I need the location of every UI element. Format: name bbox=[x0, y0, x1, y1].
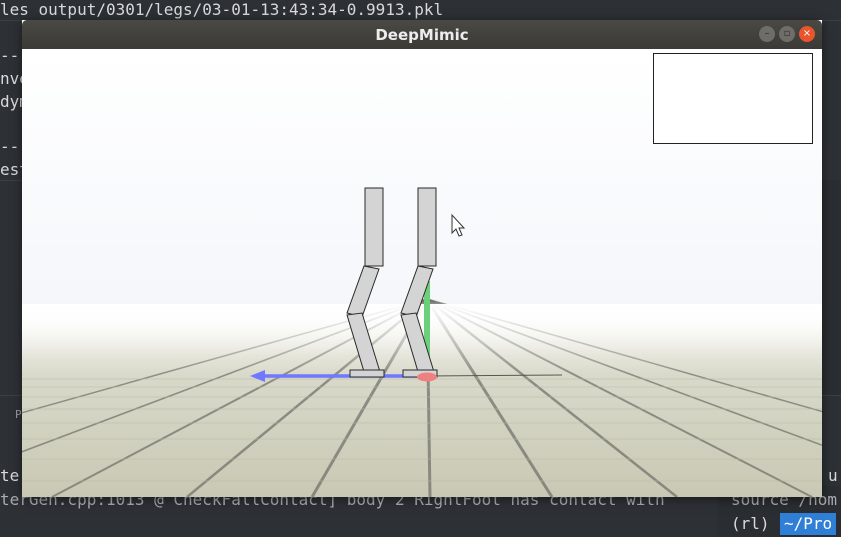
prompt-path: ~/Pro bbox=[780, 513, 837, 535]
simulation-viewport[interactable] bbox=[22, 49, 822, 497]
left-foot bbox=[349, 369, 385, 378]
terminal-side-panel bbox=[822, 180, 841, 395]
terminal-line-top: les output/0301/legs/03-01-13:43:34-0.99… bbox=[0, 0, 444, 19]
close-icon: × bbox=[802, 28, 812, 39]
terminal-fragment: P bbox=[15, 408, 22, 421]
minimize-button[interactable]: – bbox=[759, 26, 775, 42]
right-thigh bbox=[417, 187, 437, 267]
maximize-button[interactable]: ▫ bbox=[779, 26, 795, 42]
maximize-icon: ▫ bbox=[783, 28, 791, 39]
prompt-env: (rl) bbox=[731, 514, 770, 533]
minimize-icon: – bbox=[764, 28, 770, 39]
inset-view-panel bbox=[653, 53, 813, 144]
terminal-fragment: u bbox=[828, 466, 838, 485]
close-button[interactable]: × bbox=[799, 26, 815, 42]
window-titlebar[interactable]: DeepMimic – ▫ × bbox=[22, 20, 822, 49]
contact-marker bbox=[417, 372, 437, 382]
deepmimic-window[interactable]: DeepMimic – ▫ × bbox=[22, 20, 822, 497]
left-thigh bbox=[364, 187, 384, 267]
window-title: DeepMimic bbox=[375, 26, 469, 44]
